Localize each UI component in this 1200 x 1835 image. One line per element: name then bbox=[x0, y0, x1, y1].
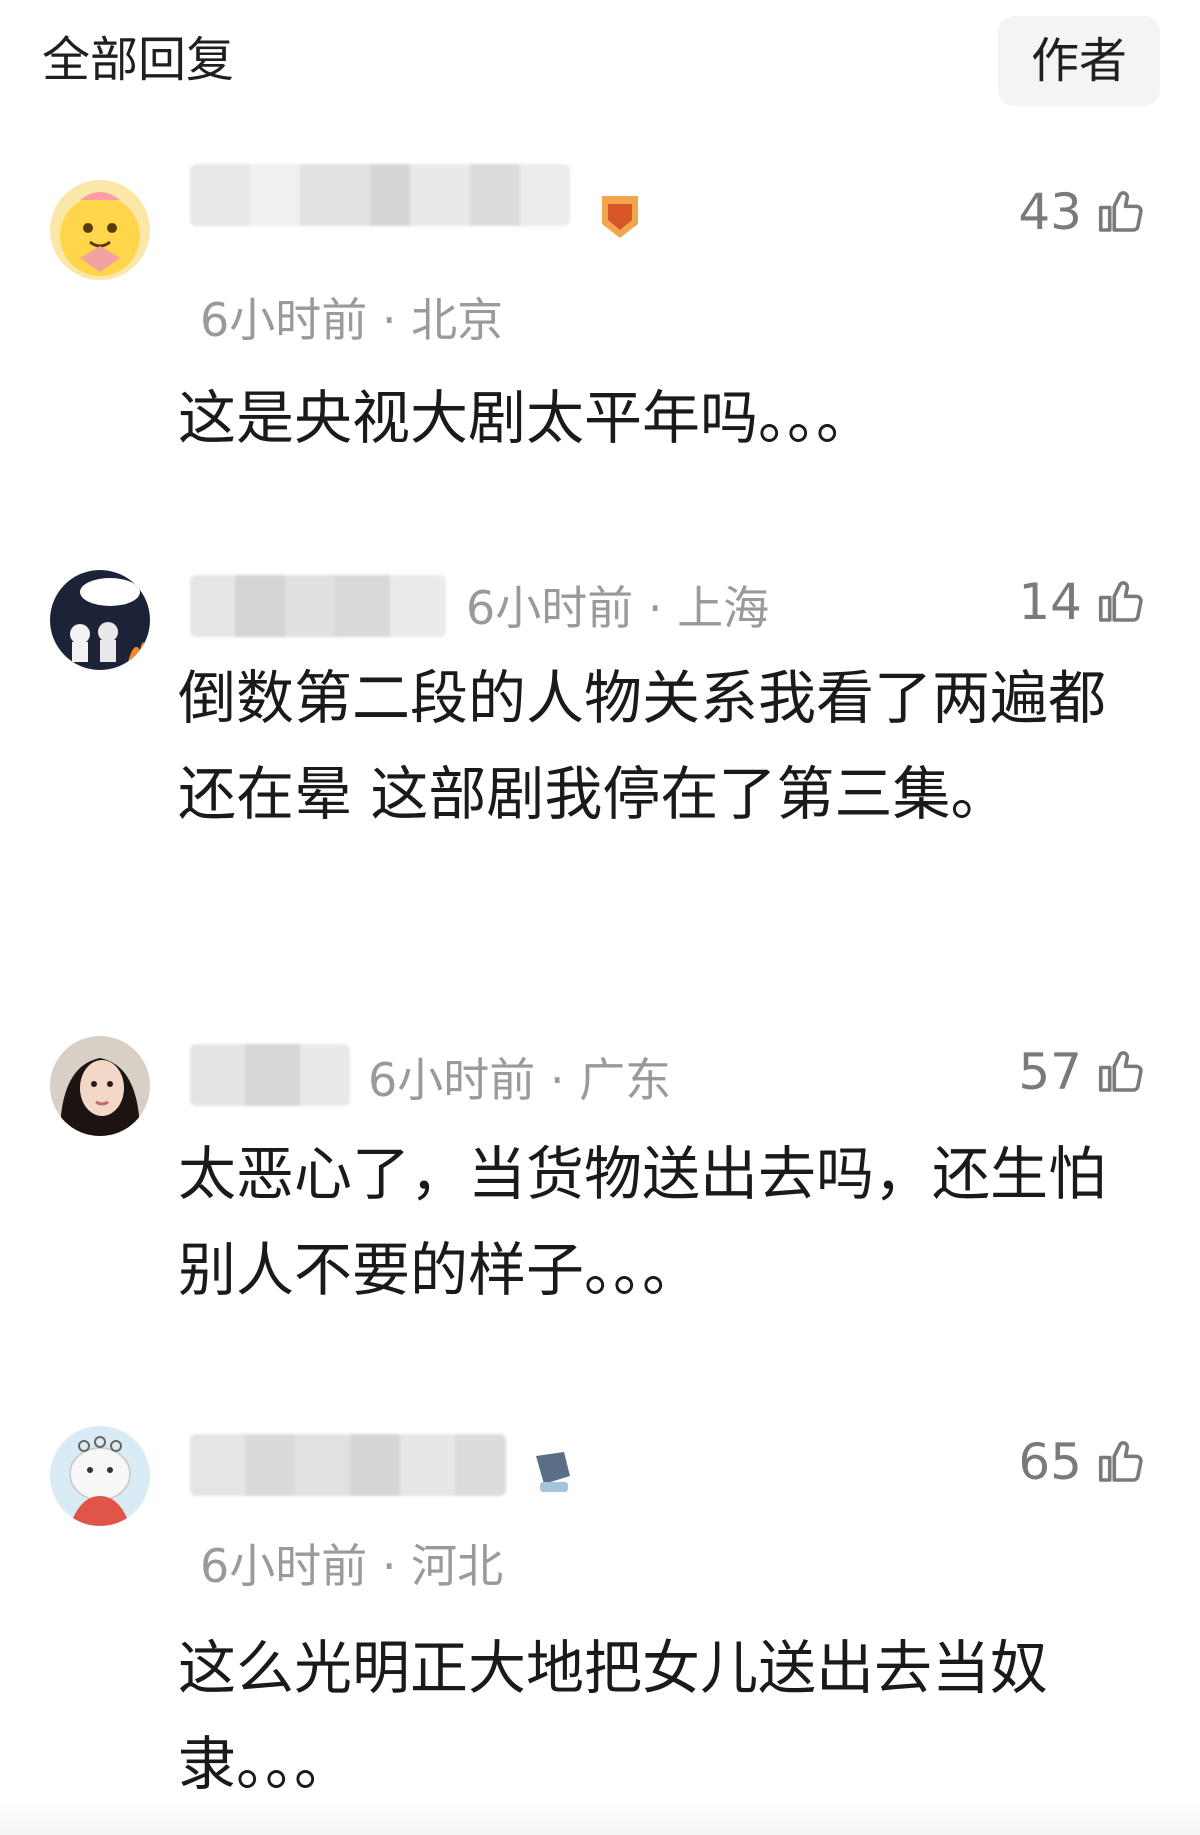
comment-time: 6小时前 bbox=[368, 1053, 536, 1107]
username-redacted bbox=[190, 1434, 506, 1496]
avatar[interactable] bbox=[50, 180, 150, 280]
comment-location: 河北 bbox=[411, 1539, 504, 1593]
meta-separator: · bbox=[549, 1053, 580, 1107]
comment-meta: 6小时前 · 河北 bbox=[200, 1538, 503, 1594]
comment-item: 6小时前 · 河北 65 这么光明正大地把女儿送出去当奴隶。。。 bbox=[0, 1410, 1200, 1810]
thumbs-up-icon bbox=[1098, 581, 1143, 622]
comment-text: 这是央视大剧太平年吗。。。 bbox=[178, 384, 875, 452]
comment-time: 6小时前 bbox=[466, 581, 634, 635]
avatar[interactable] bbox=[50, 1426, 150, 1526]
bottom-fade bbox=[0, 1795, 1200, 1835]
like-count: 65 bbox=[1018, 1433, 1082, 1491]
comment-meta: 6小时前 · 广东 bbox=[368, 1052, 671, 1108]
comment-item: 6小时前 · 北京 43 这是央视大剧太平年吗。。。 bbox=[0, 150, 1200, 452]
comment-meta: 6小时前 · 上海 bbox=[466, 580, 769, 636]
author-filter-button[interactable]: 作者 bbox=[998, 16, 1160, 106]
comment-meta: 6小时前 · 北京 bbox=[200, 292, 503, 348]
comment-text: 这么光明正大地把女儿送出去当奴隶。。。 bbox=[178, 1634, 1049, 1798]
meta-separator: · bbox=[381, 1539, 412, 1593]
comment-time: 6小时前 bbox=[200, 293, 368, 347]
comment-location: 上海 bbox=[677, 581, 770, 635]
avatar-image bbox=[50, 1036, 150, 1136]
comment-location: 广东 bbox=[579, 1053, 672, 1107]
thumbs-up-icon bbox=[1098, 1051, 1143, 1092]
username-redacted bbox=[190, 575, 446, 637]
username-redacted bbox=[190, 1044, 350, 1106]
like-count: 57 bbox=[1018, 1043, 1082, 1101]
like-count: 43 bbox=[1018, 183, 1082, 241]
thumbs-up-icon bbox=[1098, 1441, 1143, 1482]
user-badge-icon bbox=[598, 190, 642, 242]
like-button[interactable]: 65 bbox=[1018, 1430, 1148, 1494]
comment-text: 倒数第二段的人物关系我看了两遍都还在晕 这部剧我停在了第三集。 bbox=[178, 664, 1107, 828]
like-button[interactable]: 14 bbox=[1018, 570, 1148, 634]
like-button[interactable]: 57 bbox=[1018, 1040, 1148, 1104]
user-badge-icon bbox=[530, 1446, 574, 1498]
comment-item: 6小时前 · 上海 14 倒数第二段的人物关系我看了两遍都还在晕 这部剧我停在了… bbox=[0, 540, 1200, 940]
replies-header: 全部回复 作者 bbox=[0, 0, 1200, 120]
meta-separator: · bbox=[381, 293, 412, 347]
thumbs-up-icon bbox=[1098, 191, 1143, 232]
comment-time: 6小时前 bbox=[200, 1539, 368, 1593]
like-button[interactable]: 43 bbox=[1018, 180, 1148, 244]
comment-text: 太恶心了，当货物送出去吗，还生怕别人不要的样子。。。 bbox=[178, 1140, 1107, 1304]
avatar-image bbox=[50, 570, 150, 670]
comment-item: 6小时前 · 广东 57 太恶心了，当货物送出去吗，还生怕别人不要的样子。。。 bbox=[0, 1020, 1200, 1350]
username-redacted bbox=[190, 164, 570, 226]
avatar-image bbox=[50, 180, 150, 280]
like-count: 14 bbox=[1018, 573, 1082, 631]
meta-separator: · bbox=[647, 581, 678, 635]
comment-location: 北京 bbox=[411, 293, 504, 347]
avatar[interactable] bbox=[50, 570, 150, 670]
page-title: 全部回复 bbox=[42, 32, 235, 88]
avatar-image bbox=[50, 1426, 150, 1526]
avatar[interactable] bbox=[50, 1036, 150, 1136]
